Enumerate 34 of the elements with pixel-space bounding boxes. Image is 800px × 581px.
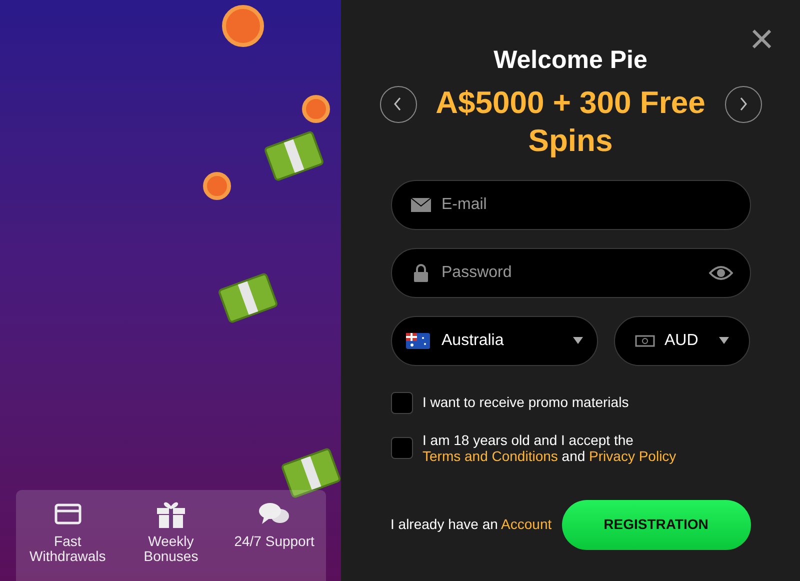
feature-label: Fast Withdrawals [30, 534, 106, 564]
privacy-link[interactable]: Privacy Policy [589, 448, 676, 464]
modal-title: Welcome Pie [494, 45, 648, 76]
email-field[interactable]: E-mail [390, 180, 750, 230]
dropdown-arrow-icon [572, 337, 582, 344]
flag-icon [406, 332, 430, 348]
bonus-headline: A$5000 + 300 Free Spins [434, 84, 706, 160]
account-link[interactable]: Account [501, 516, 552, 532]
gift-icon [154, 499, 187, 529]
password-field[interactable]: Password [390, 248, 750, 298]
close-button[interactable]: × [749, 18, 774, 60]
login-prompt: I already have an Account [390, 515, 552, 534]
promo-consent-label: I want to receive promo materials [422, 393, 629, 412]
checkbox[interactable] [390, 436, 412, 458]
dropdown-arrow-icon [718, 337, 728, 344]
next-button[interactable] [724, 86, 762, 122]
chevron-left-icon [393, 97, 403, 111]
terms-link[interactable]: Terms and Conditions [422, 448, 558, 464]
registration-button[interactable]: REGISTRATION [562, 500, 750, 550]
feature-label: 24/7 Support [234, 534, 314, 549]
country-select[interactable]: Australia [390, 316, 598, 366]
coin-drawing [222, 5, 264, 47]
coin-drawing [302, 95, 330, 123]
chevron-right-icon [738, 97, 748, 111]
chat-icon [258, 501, 290, 527]
coin-drawing [203, 172, 231, 200]
banknote-icon [634, 334, 654, 346]
feature-label: Weekly Bonuses [144, 534, 198, 564]
eye-icon[interactable] [708, 264, 732, 280]
checkbox[interactable] [390, 392, 412, 414]
terms-consent-text: I am 18 years old and I accept the Terms and Conditions and Privacy Policy [422, 432, 678, 464]
card-icon [54, 502, 82, 526]
currency-select[interactable]: AUD [614, 316, 750, 366]
previous-button[interactable] [380, 86, 416, 122]
